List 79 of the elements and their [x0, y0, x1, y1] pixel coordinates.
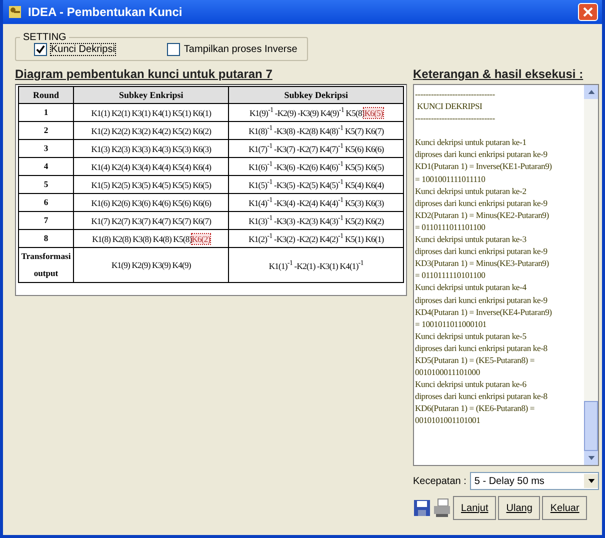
key-icon: [7, 4, 23, 20]
table-cell: K1(4)$^{-1}$ -K3(4) -K2(4) K4(4)$^{-1}$ K5(3) K6(3): [228, 194, 404, 212]
checkbox[interactable]: [166, 43, 180, 56]
table-cell: K1(6)$^{-1}$ -K3(6) -K2(6) K4(6)$^{-1}$ K5(5) K6(5): [228, 158, 404, 176]
close-button[interactable]: [578, 3, 598, 21]
save-icon[interactable]: [413, 498, 431, 518]
log-line: KD4(Putaran 1) = Inverse(KE4-Putaran9): [415, 306, 552, 317]
column-header: Subkey Enkripsi: [74, 86, 229, 104]
log-line: KD1(Putaran 1) = Inverse(KE1-Putaran9): [415, 161, 552, 172]
log-line: diproses dari kunci enkripsi putaran ke-9: [415, 198, 548, 208]
dropdown-arrow-icon: [588, 479, 594, 483]
action-button[interactable]: Ulang: [498, 496, 540, 520]
window-title: IDEA - Pembentukan Kunci: [28, 5, 182, 19]
table-cell: 6: [18, 194, 74, 212]
table-cell: K1(6) K2(6) K3(6) K4(6) K5(6) K6(6): [74, 194, 229, 212]
table-cell: 8: [18, 230, 74, 248]
log-line: ------------------------------: [415, 113, 495, 124]
table-cell: K1(1)$^{-1}$ -K2(1) -K3(1) K4(1)$^{-1}$: [228, 248, 404, 282]
log-line: KUNCI DEKRIPSI: [416, 101, 482, 112]
log-line: Kunci dekripsi untuk putaran ke-4: [415, 282, 526, 292]
up-arrow-icon: [588, 90, 594, 94]
checkbox[interactable]: [34, 43, 47, 56]
log-line: = 1001011011000101: [415, 318, 487, 329]
table-cell: 5: [18, 176, 74, 194]
speed-dropdown[interactable]: 5 - Delay 50 ms: [470, 472, 599, 490]
table-cell: Transformasi output: [18, 248, 74, 282]
table-cell: 3: [18, 140, 74, 158]
table-cell: 7: [18, 212, 74, 230]
column-header: Round: [18, 86, 74, 104]
group-label: SETTING: [22, 32, 68, 43]
log-line: Kunci dekripsi untuk putaran ke-5: [415, 330, 526, 341]
section-heading: Diagram pembentukan kunci untuk putaran 7: [15, 67, 274, 81]
printer-icon[interactable]: [433, 498, 451, 518]
checkbox-label[interactable]: Tampilkan proses Inverse: [184, 44, 298, 55]
table-cell: 2: [18, 122, 74, 140]
action-button[interactable]: Lanjut: [453, 496, 496, 520]
table-cell: K1(5) K2(5) K3(5) K4(5) K5(5) K6(5): [74, 176, 229, 194]
log-line: = 1001001111011110: [415, 174, 486, 184]
log-line: diproses dari kunci enkripsi putaran ke-9: [415, 294, 548, 304]
table-cell: K1(8) K2(8) K3(8) K4(8) K5(8)K6(2): [74, 230, 229, 248]
table-cell: K1(4) K2(4) K3(4) K4(4) K5(4) K6(4): [74, 158, 229, 176]
table-cell: K1(2) K2(2) K3(2) K4(2) K5(2) K6(2): [74, 122, 229, 140]
log-line: diproses dari kunci enkripsi putaran ke-8: [415, 342, 548, 353]
log-line: = 0110111011101100: [415, 222, 486, 232]
log-line: Kunci dekripsi untuk putaran ke-1: [415, 137, 526, 148]
table-cell: 4: [18, 158, 74, 176]
table-cell: K1(3)$^{-1}$ -K3(3) -K2(3) K4(3)$^{-1}$ K5(2) K6(2): [228, 212, 404, 230]
log-line: 0010100011101000: [415, 367, 480, 378]
table-cell: K1(2)$^{-1}$ -K3(2) -K2(2) K4(2)$^{-1}$ K5(1) K6(1): [228, 230, 404, 248]
log-line: diproses dari kunci enkripsi putaran ke-9: [415, 149, 548, 160]
log-line: KD2(Putaran 1) = Minus(KE2-Putaran9): [415, 210, 549, 220]
action-button[interactable]: Keluar: [542, 496, 588, 520]
table-cell: 1: [18, 104, 74, 122]
log-line: KD5(Putaran 1) = (KE5-Putaran8) =: [415, 354, 535, 365]
log-line: ------------------------------: [415, 89, 495, 99]
log-line: Kunci dekripsi untuk putaran ke-3: [415, 234, 526, 244]
table-cell: K1(9) K2(9) K3(9) K4(9): [74, 248, 229, 282]
close-icon: [583, 7, 593, 17]
log-line: diproses dari kunci enkripsi putaran ke-9: [415, 246, 548, 256]
log-line: Kunci dekripsi untuk putaran ke-2: [415, 186, 526, 196]
speed-label: Kecepatan :: [413, 476, 466, 486]
log-line: = 0110111110101100: [415, 270, 486, 280]
log-line: KD3(Putaran 1) = Minus(KE3-Putaran9): [415, 258, 549, 268]
table-cell: K1(7)$^{-1}$ -K3(7) -K2(7) K4(7)$^{-1}$ K5(6) K6(6): [228, 140, 404, 158]
table-cell: K1(7) K2(7) K3(7) K4(7) K5(7) K6(7): [74, 212, 229, 230]
scroll-thumb[interactable]: [584, 401, 598, 451]
section-heading: Keterangan & hasil eksekusi :: [413, 67, 584, 81]
table-cell: K1(3) K2(3) K3(3) K4(3) K5(3) K6(3): [74, 140, 229, 158]
table-cell: K1(1) K2(1) K3(1) K4(1) K5(1) K6(1): [74, 104, 229, 122]
table-cell: K1(8)$^{-1}$ -K3(8) -K2(8) K4(8)$^{-1}$ K5(7) K6(7): [228, 122, 404, 140]
down-arrow-icon: [588, 456, 594, 460]
column-header: Subkey Dekripsi: [228, 86, 404, 104]
log-line: KD6(Putaran 1) = (KE6-Putaran8) =: [415, 403, 535, 414]
log-line: 0010101001101001: [415, 415, 480, 426]
table-cell: K1(5)$^{-1}$ -K3(5) -K2(5) K4(5)$^{-1}$ K5(4) K6(4): [228, 176, 404, 194]
log-line: diproses dari kunci enkripsi putaran ke-8: [415, 391, 548, 402]
log-line: Kunci dekripsi untuk putaran ke-6: [415, 379, 526, 390]
checkbox-label[interactable]: Kunci Dekripsi: [51, 44, 115, 55]
scrollbar[interactable]: [584, 85, 598, 465]
